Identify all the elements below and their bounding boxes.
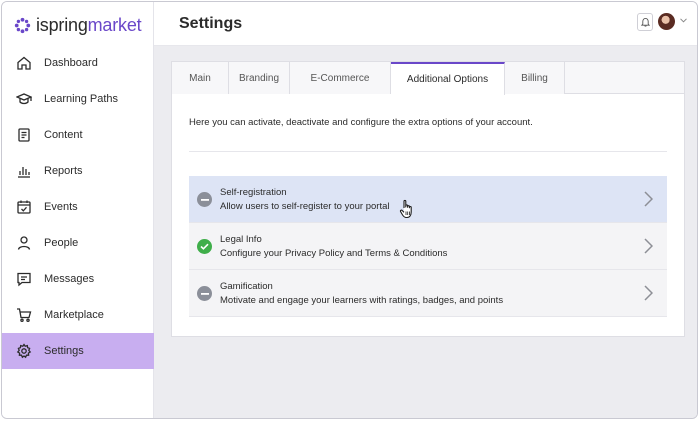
chevron-down-icon[interactable] xyxy=(680,18,687,23)
option-gamification[interactable]: Gamification Motivate and engage your le… xyxy=(189,270,667,317)
logo-text: ispringmarket xyxy=(36,14,142,35)
bell-icon xyxy=(640,17,650,27)
option-title: Legal Info xyxy=(220,234,262,245)
tab-main[interactable]: Main xyxy=(172,62,229,94)
intro-text: Here you can activate, deactivate and co… xyxy=(189,117,533,128)
tab-e-commerce[interactable]: E-Commerce xyxy=(290,62,391,94)
options-list: Self-registration Allow users to self-re… xyxy=(189,176,667,317)
page-title: Settings xyxy=(179,15,243,32)
message-icon xyxy=(17,272,31,287)
enabled-status-icon xyxy=(197,239,212,254)
sidebar-item-events[interactable]: Events xyxy=(2,189,154,225)
chevron-right-icon xyxy=(644,238,653,254)
divider xyxy=(189,151,667,152)
logo[interactable]: ispringmarket xyxy=(14,14,142,36)
settings-card: Main Branding E-Commerce Additional Opti… xyxy=(171,61,685,337)
graduation-cap-icon xyxy=(16,93,32,105)
sidebar-item-settings[interactable]: Settings xyxy=(2,333,154,369)
gear-icon xyxy=(16,343,32,359)
sidebar-item-reports[interactable]: Reports xyxy=(2,153,154,189)
hand-pointer-icon xyxy=(399,199,412,219)
sidebar-item-label: Marketplace xyxy=(44,309,104,321)
option-self-registration[interactable]: Self-registration Allow users to self-re… xyxy=(189,176,667,223)
main-area: Main Branding E-Commerce Additional Opti… xyxy=(154,46,697,418)
sidebar-item-label: Events xyxy=(44,201,78,213)
document-icon xyxy=(18,128,30,142)
tab-billing[interactable]: Billing xyxy=(505,62,565,94)
top-header: Settings xyxy=(154,2,697,46)
disabled-status-icon xyxy=(197,286,212,301)
app-window: ispringmarket Dashboard Learning Paths C… xyxy=(1,1,698,419)
sidebar-item-label: Content xyxy=(44,129,83,141)
sidebar-item-marketplace[interactable]: Marketplace xyxy=(2,297,154,333)
option-description: Motivate and engage your learners with r… xyxy=(220,295,504,306)
home-icon xyxy=(17,56,31,70)
sidebar-item-label: Learning Paths xyxy=(44,93,118,105)
sidebar-item-label: Messages xyxy=(44,273,95,285)
person-icon xyxy=(17,236,31,250)
sidebar-item-learning-paths[interactable]: Learning Paths xyxy=(2,81,154,117)
tab-additional-options[interactable]: Additional Options xyxy=(391,62,505,95)
disabled-status-icon xyxy=(197,192,212,207)
sidebar-item-label: Settings xyxy=(44,345,84,357)
notifications-button[interactable] xyxy=(637,13,653,31)
cart-icon xyxy=(17,308,32,323)
logo-flower-icon xyxy=(14,17,31,33)
avatar[interactable] xyxy=(658,13,675,30)
chevron-right-icon xyxy=(644,191,653,207)
option-title: Gamification xyxy=(220,281,273,292)
chevron-right-icon xyxy=(644,285,653,301)
sidebar-item-people[interactable]: People xyxy=(2,225,154,261)
sidebar-item-messages[interactable]: Messages xyxy=(2,261,154,297)
sidebar-item-label: Dashboard xyxy=(44,57,98,69)
sidebar-item-label: Reports xyxy=(44,165,83,177)
sidebar-nav: Dashboard Learning Paths Content Reports… xyxy=(2,45,154,369)
sidebar-item-label: People xyxy=(44,237,79,249)
option-title: Self-registration xyxy=(220,187,287,198)
option-description: Configure your Privacy Policy and Terms … xyxy=(220,248,448,259)
sidebar-item-content[interactable]: Content xyxy=(2,117,154,153)
calendar-check-icon xyxy=(17,200,31,214)
tab-bar: Main Branding E-Commerce Additional Opti… xyxy=(172,62,684,95)
sidebar: ispringmarket Dashboard Learning Paths C… xyxy=(2,2,154,418)
bar-chart-icon xyxy=(18,167,30,178)
option-description: Allow users to self-register to your por… xyxy=(220,201,390,212)
tab-branding[interactable]: Branding xyxy=(229,62,290,94)
sidebar-item-dashboard[interactable]: Dashboard xyxy=(2,45,154,81)
option-legal-info[interactable]: Legal Info Configure your Privacy Policy… xyxy=(189,223,667,270)
